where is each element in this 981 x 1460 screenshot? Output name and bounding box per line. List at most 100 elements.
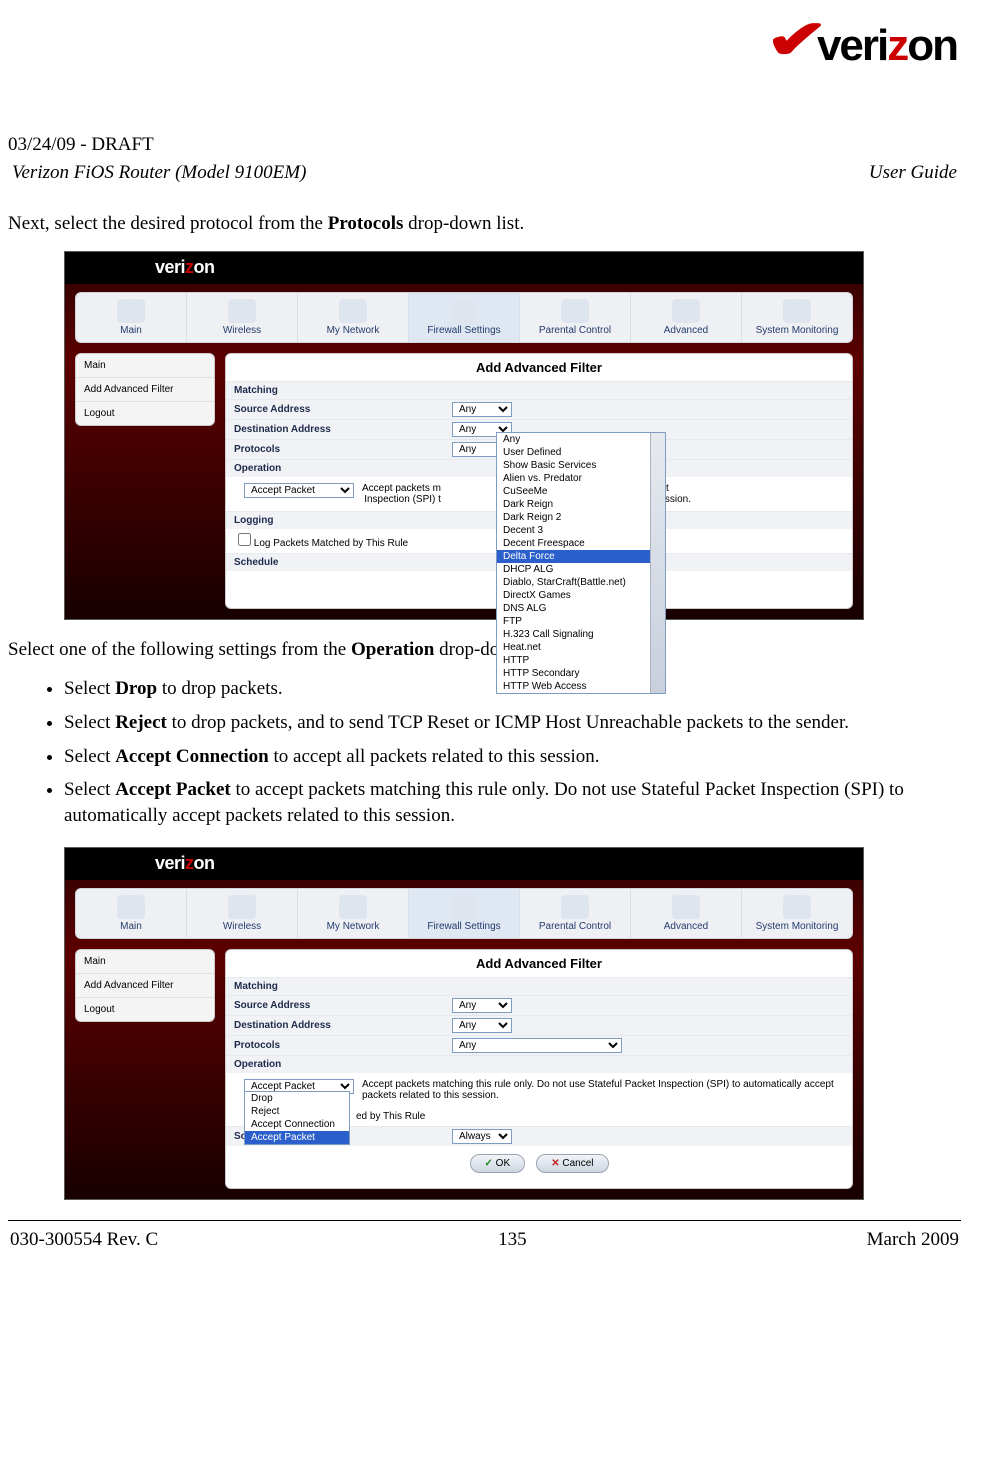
operation-option[interactable]: Accept Packet [245,1131,349,1144]
protocol-option[interactable]: User Defined [497,446,665,459]
row-protocols: Protocols [226,441,446,458]
operation-select[interactable]: Accept Packet [244,483,354,498]
nav-icon [783,299,811,323]
nav-label: Wireless [187,325,297,336]
nav-label: My Network [298,921,408,932]
source-select[interactable]: Any [452,402,512,417]
dest-select-2[interactable]: Any [452,1018,512,1033]
nav-parental-control[interactable]: Parental Control [520,889,631,938]
row-matching: Matching [226,382,446,399]
nav-label: My Network [298,325,408,336]
row-dest-2: Destination Address [226,1017,446,1034]
protocols-dropdown[interactable]: AnyUser DefinedShow Basic ServicesAlien … [496,432,666,694]
row-schedule: Schedule [226,554,446,571]
nav-system-monitoring[interactable]: System Monitoring [742,889,852,938]
nav-icon [339,299,367,323]
log-checkbox[interactable] [238,533,251,546]
nav-wireless[interactable]: Wireless [187,293,298,342]
protocol-option[interactable]: Any [497,433,665,446]
protocol-option[interactable]: DHCP ALG [497,563,665,576]
nav-icon [672,299,700,323]
bullet-item: Select Accept Packet to accept packets m… [64,777,961,828]
nav-advanced[interactable]: Advanced [631,293,742,342]
nav-icon [228,895,256,919]
sidebar-item-logout[interactable]: Logout [76,402,214,425]
bullet-item: Select Accept Connection to accept all p… [64,744,961,770]
operation-dropdown[interactable]: DropRejectAccept ConnectionAccept Packet [244,1091,350,1145]
nav-firewall-settings[interactable]: Firewall Settings [409,889,520,938]
sidebar-item-main[interactable]: Main [76,354,214,378]
panel-title-2: Add Advanced Filter [226,950,852,977]
protocol-option[interactable]: FTP [497,615,665,628]
protocol-option[interactable]: Decent Freespace [497,537,665,550]
nav-main[interactable]: Main [76,293,187,342]
row-operation: Operation [226,460,446,477]
protocol-option[interactable]: Decent 3 [497,524,665,537]
protocol-option[interactable]: H.323 Call Signaling [497,628,665,641]
protocol-option[interactable]: Heat.net [497,641,665,654]
screenshot-protocols: verizon MainWirelessMy NetworkFirewall S… [64,251,864,620]
source-select-2[interactable]: Any [452,998,512,1013]
protocol-option[interactable]: Diablo, StarCraft(Battle.net) [497,576,665,589]
nav-label: Wireless [187,921,297,932]
row-dest: Destination Address [226,421,446,438]
nav-label: Main [76,921,186,932]
nav-icon [561,299,589,323]
nav-icon [117,895,145,919]
nav-parental-control[interactable]: Parental Control [520,293,631,342]
sidebar-item-add-advanced-filter[interactable]: Add Advanced Filter [76,378,214,402]
protocol-option[interactable]: Delta Force [497,550,665,563]
protocol-option[interactable]: HTTP [497,654,665,667]
nav-wireless[interactable]: Wireless [187,889,298,938]
footer-left: 030-300554 Rev. C [10,1229,158,1251]
nav-label: Firewall Settings [409,325,519,336]
model-title: Verizon FiOS Router (Model 9100EM) [12,162,306,184]
cancel-button[interactable]: ✕ Cancel [536,1154,608,1173]
log-label-trunc: ed by This Rule [356,1111,425,1122]
router-logo-2: verizon [155,853,215,874]
protocol-option[interactable]: HTTP Secondary [497,667,665,680]
protocol-option[interactable]: DNS ALG [497,602,665,615]
footer-date: March 2009 [867,1229,959,1251]
protocol-option[interactable]: DirectX Games [497,589,665,602]
nav-firewall-settings[interactable]: Firewall Settings [409,293,520,342]
bullet-item: Select Reject to drop packets, and to se… [64,710,961,736]
nav-label: Firewall Settings [409,921,519,932]
protocol-option[interactable]: Show Basic Services [497,459,665,472]
sidebar-item-add-advanced-filter[interactable]: Add Advanced Filter [76,974,214,998]
nav-icon [228,299,256,323]
nav-icon [339,895,367,919]
nav-icon [117,299,145,323]
protocol-option[interactable]: Dark Reign [497,498,665,511]
operation-description: Accept packets matching this rule only. … [354,1079,842,1101]
protocol-option[interactable]: Dark Reign 2 [497,511,665,524]
sidebar-item-main[interactable]: Main [76,950,214,974]
verizon-logo: ✔verizon [774,10,957,73]
paragraph-protocols: Next, select the desired protocol from t… [8,212,961,237]
row-operation-2: Operation [226,1056,446,1073]
draft-stamp: 03/24/09 - DRAFT [8,134,961,156]
sidebar-item-logout[interactable]: Logout [76,998,214,1021]
nav-my-network[interactable]: My Network [298,293,409,342]
protocols-select-2[interactable]: Any [452,1038,622,1053]
ok-button-2[interactable]: ✓ OK [470,1154,526,1173]
protocol-option[interactable]: CuSeeMe [497,485,665,498]
operation-option[interactable]: Drop [245,1092,349,1105]
protocol-option[interactable]: HTTP Web Access [497,680,665,693]
nav-label: Main [76,325,186,336]
nav-advanced[interactable]: Advanced [631,889,742,938]
router-logo: verizon [155,257,215,278]
row-source: Source Address [226,401,446,418]
nav-system-monitoring[interactable]: System Monitoring [742,293,852,342]
nav-icon [783,895,811,919]
schedule-select[interactable]: Always [452,1129,512,1144]
operation-option[interactable]: Reject [245,1105,349,1118]
operation-option[interactable]: Accept Connection [245,1118,349,1131]
row-protocols-2: Protocols [226,1037,446,1054]
nav-main[interactable]: Main [76,889,187,938]
row-logging: Logging [226,512,446,529]
protocol-option[interactable]: Alien vs. Predator [497,472,665,485]
footer-page: 135 [498,1229,527,1251]
guide-label: User Guide [869,162,957,184]
nav-my-network[interactable]: My Network [298,889,409,938]
